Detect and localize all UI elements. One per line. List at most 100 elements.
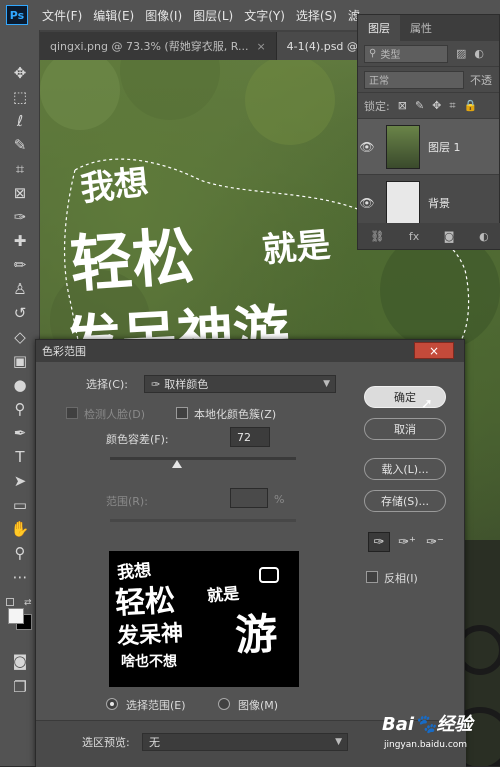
image-radio[interactable]	[218, 698, 230, 710]
eraser-tool-icon[interactable]: ◇	[9, 326, 31, 348]
blend-mode-select[interactable]: 正常	[364, 70, 464, 89]
dodge-tool-icon[interactable]: ⚲	[9, 398, 31, 420]
blend-row: 正常 不透	[358, 67, 499, 93]
selection-preview-dropdown[interactable]: 无 ▼	[142, 733, 348, 751]
localized-clusters-label: 本地化颜色簇(Z)	[194, 408, 277, 421]
lock-all-icon[interactable]: 🔒	[464, 99, 478, 112]
fuzziness-input[interactable]: 72	[230, 427, 270, 447]
brush-tool-icon[interactable]: ✏	[9, 254, 31, 276]
save-button[interactable]: 存储(S)...	[364, 490, 446, 512]
document-tab-label: qingxi.png @ 73.3% (帮她穿衣服, R...	[50, 40, 249, 53]
default-colors-icon[interactable]	[6, 598, 14, 606]
history-brush-tool-icon[interactable]: ↺	[9, 302, 31, 324]
layer-name: 图层 1	[428, 140, 461, 154]
color-range-dialog: 色彩范围 × 选择(C): ✑ 取样颜色 ▼ 检测人脸(D) 本地化颜色簇(Z)…	[35, 339, 466, 767]
range-slider-track[interactable]	[110, 519, 296, 522]
hand-tool-icon[interactable]: ✋	[9, 518, 31, 540]
color-swatches[interactable]: ⇄	[6, 598, 34, 630]
stamp-tool-icon[interactable]: ♙	[9, 278, 31, 300]
lasso-tool-icon[interactable]: ℓ	[9, 110, 31, 132]
dialog-title-bar[interactable]: 色彩范围 ×	[36, 340, 464, 362]
eye-icon[interactable]: 👁	[358, 140, 376, 154]
invert-label: 反相(I)	[384, 572, 418, 585]
layer-row-layer1[interactable]: 👁 图层 1	[358, 119, 499, 175]
select-label: 选择(C):	[86, 378, 128, 391]
preview-text-line4: 啥也不想	[121, 654, 177, 670]
fuzziness-slider-thumb[interactable]	[171, 460, 182, 468]
zoom-tool-icon[interactable]: ⚲	[9, 542, 31, 564]
crop-tool-icon[interactable]: ⌗	[9, 158, 31, 180]
link-layers-icon[interactable]: ⛓	[370, 230, 384, 243]
tool-bar: ✥ ⬚ ℓ ✎ ⌗ ⊠ ✑ ✚ ✏ ♙ ↺ ◇ ▣ ● ⚲ ✒ T ➤ ▭ ✋ …	[0, 30, 40, 766]
fuzziness-label: 颜色容差(F):	[106, 433, 169, 446]
marquee-tool-icon[interactable]: ⬚	[9, 86, 31, 108]
eyedropper-icon[interactable]: ✑	[368, 532, 390, 552]
teacup-icon	[259, 567, 279, 583]
selection-preview-value: 无	[149, 736, 160, 749]
rectangle-tool-icon[interactable]: ▭	[9, 494, 31, 516]
lock-transparent-icon[interactable]: ⊠	[398, 99, 407, 112]
preview-text-line3a: 发呆神	[116, 621, 184, 650]
document-tab-bar: qingxi.png @ 73.3% (帮她穿衣服, R... × 4-1(4)…	[40, 30, 387, 60]
lock-position-icon[interactable]: ✥	[432, 99, 441, 112]
localized-clusters-checkbox[interactable]	[176, 407, 188, 419]
menu-file[interactable]: 文件(F)	[42, 7, 82, 24]
lock-artboard-icon[interactable]: ⌗	[449, 99, 455, 113]
path-select-tool-icon[interactable]: ➤	[9, 470, 31, 492]
invert-checkbox[interactable]	[366, 571, 378, 583]
menu-image[interactable]: 图像(I)	[145, 7, 182, 24]
image-filter-icon[interactable]: ▨	[456, 47, 466, 60]
document-tab-qingxi[interactable]: qingxi.png @ 73.3% (帮她穿衣服, R... ×	[40, 32, 277, 60]
add-eyedropper-icon[interactable]: ✑⁺	[396, 532, 418, 552]
pen-tool-icon[interactable]: ✒	[9, 422, 31, 444]
range-input[interactable]	[230, 488, 268, 508]
select-dropdown[interactable]: ✑ 取样颜色 ▼	[144, 375, 336, 393]
detect-faces-label: 检测人脸(D)	[84, 408, 146, 421]
blur-tool-icon[interactable]: ●	[9, 374, 31, 396]
tab-properties[interactable]: 属性	[400, 15, 442, 41]
canvas-text-line2a: 轻松	[67, 219, 197, 302]
swap-colors-icon[interactable]: ⇄	[24, 598, 32, 608]
eyedropper-tool-icon[interactable]: ✑	[9, 206, 31, 228]
fx-icon[interactable]: fx	[409, 230, 419, 243]
mouse-cursor-icon: ➚	[421, 396, 433, 412]
eye-icon[interactable]: 👁	[358, 196, 376, 210]
foreground-color-swatch[interactable]	[8, 608, 24, 624]
close-icon[interactable]: ×	[256, 40, 265, 53]
watermark-url: jingyan.baidu.com	[384, 740, 468, 750]
photoshop-logo: Ps	[6, 5, 28, 25]
ok-button[interactable]: 确定	[364, 386, 446, 408]
fuzziness-slider-track[interactable]	[110, 457, 296, 460]
frame-tool-icon[interactable]: ⊠	[9, 182, 31, 204]
adjustment-filter-icon[interactable]: ◐	[474, 47, 484, 60]
blend-mode-value: 正常	[369, 76, 389, 87]
dialog-close-button[interactable]: ×	[414, 342, 454, 359]
menu-select[interactable]: 选择(S)	[296, 7, 337, 24]
gradient-tool-icon[interactable]: ▣	[9, 350, 31, 372]
move-tool-icon[interactable]: ✥	[9, 62, 31, 84]
adjustment-layer-icon[interactable]: ◐	[479, 230, 489, 243]
subtract-eyedropper-icon[interactable]: ✑⁻	[424, 532, 446, 552]
canvas-text-line1: 我想	[78, 162, 151, 210]
type-tool-icon[interactable]: T	[9, 446, 31, 468]
selection-radio[interactable]	[106, 698, 118, 710]
lock-image-icon[interactable]: ✎	[415, 99, 424, 112]
healing-brush-tool-icon[interactable]: ✚	[9, 230, 31, 252]
layer-filter-row: ⚲ 类型 ▨ ◐	[358, 41, 499, 67]
select-dropdown-value: 取样颜色	[164, 378, 209, 391]
add-mask-icon[interactable]: ◙	[444, 230, 455, 243]
detect-faces-checkbox[interactable]	[66, 407, 78, 419]
tab-layers[interactable]: 图层	[358, 15, 400, 41]
menu-layer[interactable]: 图层(L)	[193, 7, 233, 24]
layer-filter-select[interactable]: ⚲ 类型	[364, 44, 448, 63]
quick-select-tool-icon[interactable]: ✎	[9, 134, 31, 156]
cancel-button[interactable]: 取消	[364, 418, 446, 440]
chevron-down-icon: ▼	[323, 379, 330, 389]
load-button[interactable]: 载入(L)...	[364, 458, 446, 480]
menu-edit[interactable]: 编辑(E)	[93, 7, 134, 24]
screen-mode-icon[interactable]: ❐	[9, 676, 31, 698]
quick-mask-icon[interactable]: ◙	[9, 650, 31, 672]
menu-type[interactable]: 文字(Y)	[244, 7, 285, 24]
more-tools-icon[interactable]: ⋯	[9, 566, 31, 588]
selection-radio-label: 选择范围(E)	[126, 699, 186, 712]
